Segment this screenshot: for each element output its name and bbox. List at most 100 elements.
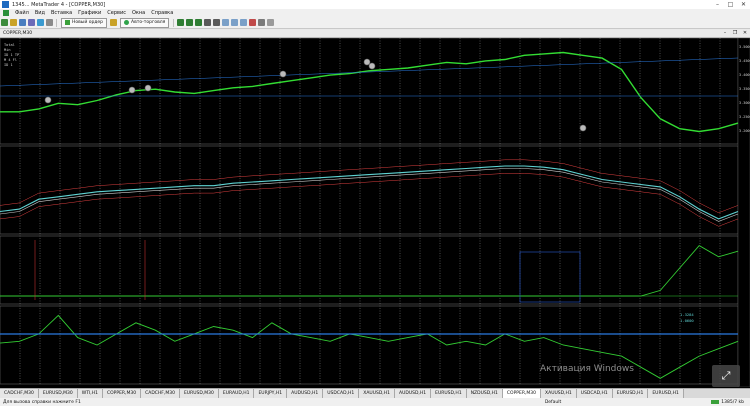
trade-marker [44,96,52,104]
menu-item-tools[interactable]: Сервис [107,10,126,16]
autotrading-label: Авто-торговля [131,20,166,25]
chart-tab[interactable]: XAUUSD,H1 [541,389,577,398]
minimize-icon[interactable]: – [711,0,724,9]
price-tick-label: 3.2000 [739,129,750,133]
chart-panel-3 [0,235,739,305]
oscillator-value-label: 1.0600 [680,318,694,323]
price-chart[interactable]: 3.5000 3.4500 3.4000 3.3500 3.3000 3.2500 3.20… [0,38,750,387]
maximize-icon[interactable]: □ [724,0,737,9]
chart-tab[interactable]: COPPER,M30 [502,389,542,398]
chart-tab[interactable]: EURUSD,H1 [612,389,649,398]
chart-tab[interactable]: EURUSD,H1 [648,389,684,398]
chart-close-icon[interactable]: ✕ [740,30,750,36]
trade-marker [144,84,152,92]
indicators-icon[interactable] [249,19,257,26]
symbol-tabs: CADCHF,M30 EURUSD,M30 WTI,H1 COPPER,M30 CADC… [0,388,750,398]
windows-activation-watermark: Активация Windows [540,364,634,374]
chart-tab[interactable]: USDCAD,H1 [323,389,360,398]
trade-marker [128,86,136,94]
trade-marker [579,124,587,132]
navigator-icon[interactable] [28,19,35,26]
chart-tab[interactable]: AUDUSD,H1 [287,389,324,398]
line-chart-icon[interactable] [195,19,203,26]
tile-windows-icon[interactable] [222,19,230,26]
price-tick-label: 3.3500 [739,87,750,91]
window-title: 1345... MetaTrader 4 - [COPPER,M30] [12,1,106,8]
market-watch-icon[interactable] [19,19,26,26]
new-chart-icon[interactable] [1,19,8,26]
toolbar-separator [56,18,57,27]
chart-tab[interactable]: NZDUSD,H1 [466,389,503,398]
chart-tab[interactable]: AUDUSD,H1 [394,389,432,398]
chart-window-controls: – ❐ ✕ [720,30,750,36]
chart-panel-1 [0,38,739,145]
trade-marker [368,62,376,70]
chart-tab[interactable]: XAUUSD,H1 [359,389,395,398]
auto-scroll-icon[interactable] [231,19,239,26]
panel-info-text: Min [4,48,11,52]
chart-tab[interactable]: CADCHF,M30 [141,389,180,398]
trade-marker [279,70,287,78]
price-tick-label: 3.2500 [739,115,750,119]
status-connection: 1385/7 kb [711,400,744,405]
candle-chart-icon[interactable] [186,19,194,26]
status-help-text: Для вызова справки нажмите F1 [3,399,81,405]
autotrading-icon [124,20,130,25]
price-tick-label: 3.5000 [739,45,750,49]
toolbar-separator [173,18,175,27]
new-order-button[interactable]: Новый ордер [61,17,108,28]
window-controls: – □ ✕ [711,0,750,9]
new-order-icon [65,20,70,25]
menu-app-icon [3,10,9,16]
menu-item-help[interactable]: Справка [151,10,173,16]
oscillator-value-label: 1.3284 [680,312,694,317]
chart-tab[interactable]: EURUSD,H1 [431,389,467,398]
menu-item-insert[interactable]: Вставка [51,10,72,16]
menu-item-charts[interactable]: Графики [78,10,101,16]
chart-tab[interactable]: WTI,H1 [77,389,103,398]
panel-info-text: ID 1 [4,63,13,67]
templates-icon[interactable] [267,19,275,26]
metaeditor-icon[interactable] [110,19,118,26]
connection-icon [711,400,720,404]
zoom-icon[interactable]: ⤢ [712,365,740,387]
chart-shift-icon[interactable] [240,19,248,26]
panel-info-text: ID 1 TP [4,53,19,57]
chart-tab[interactable]: EURJPY,H1 [254,389,288,398]
menu-item-file[interactable]: Файл [15,10,29,16]
close-icon[interactable]: ✕ [737,0,750,9]
panel-info-text: Total [4,43,15,47]
price-tick-label: 3.4500 [739,59,750,63]
menu-item-windows[interactable]: Окна [132,10,145,16]
strategy-tester-icon[interactable] [46,19,53,26]
chart-tab[interactable]: EURUSD,M30 [179,389,219,398]
chart-tab[interactable]: EURUSD,M30 [38,389,78,398]
chart-window-title: COPPER,M30 [3,30,33,36]
bar-chart-icon[interactable] [177,19,185,26]
status-traffic: 1385/7 kb [721,399,744,405]
app-icon [2,1,9,8]
menu-bar: Файл Вид Вставка Графики Сервис Окна Спр… [0,9,750,17]
zoom-in-icon[interactable] [204,19,212,26]
zoom-out-icon[interactable] [213,19,221,26]
chart-window-bar: COPPER,M30 – ❐ ✕ [0,29,750,38]
chart-tab[interactable]: USDCAD,H1 [576,389,613,398]
chart-tab[interactable]: CADCHF,M30 [0,389,39,398]
profiles-icon[interactable] [10,19,17,26]
status-bar: Для вызова справки нажмите F1 Default 13… [0,398,750,406]
price-tick-label: 3.3000 [739,101,750,105]
chart-tab[interactable]: COPPER,M30 [102,389,142,398]
chart-minimize-icon[interactable]: – [720,30,730,36]
trade-marker [363,58,371,66]
panel-info-text: M 4 Fl [4,58,17,62]
chart-tab[interactable]: EURAUD,H1 [218,389,255,398]
chart-restore-icon[interactable]: ❐ [730,30,740,36]
toolbar: Новый ордер Авто-торговля [0,17,750,29]
price-tick-label: 3.4000 [739,73,750,77]
periods-icon[interactable] [258,19,266,26]
autotrading-button[interactable]: Авто-торговля [120,17,170,28]
status-profile: Default [544,399,562,405]
menu-item-view[interactable]: Вид [35,10,45,16]
new-order-label: Новый ордер [72,20,104,25]
terminal-icon[interactable] [37,19,44,26]
